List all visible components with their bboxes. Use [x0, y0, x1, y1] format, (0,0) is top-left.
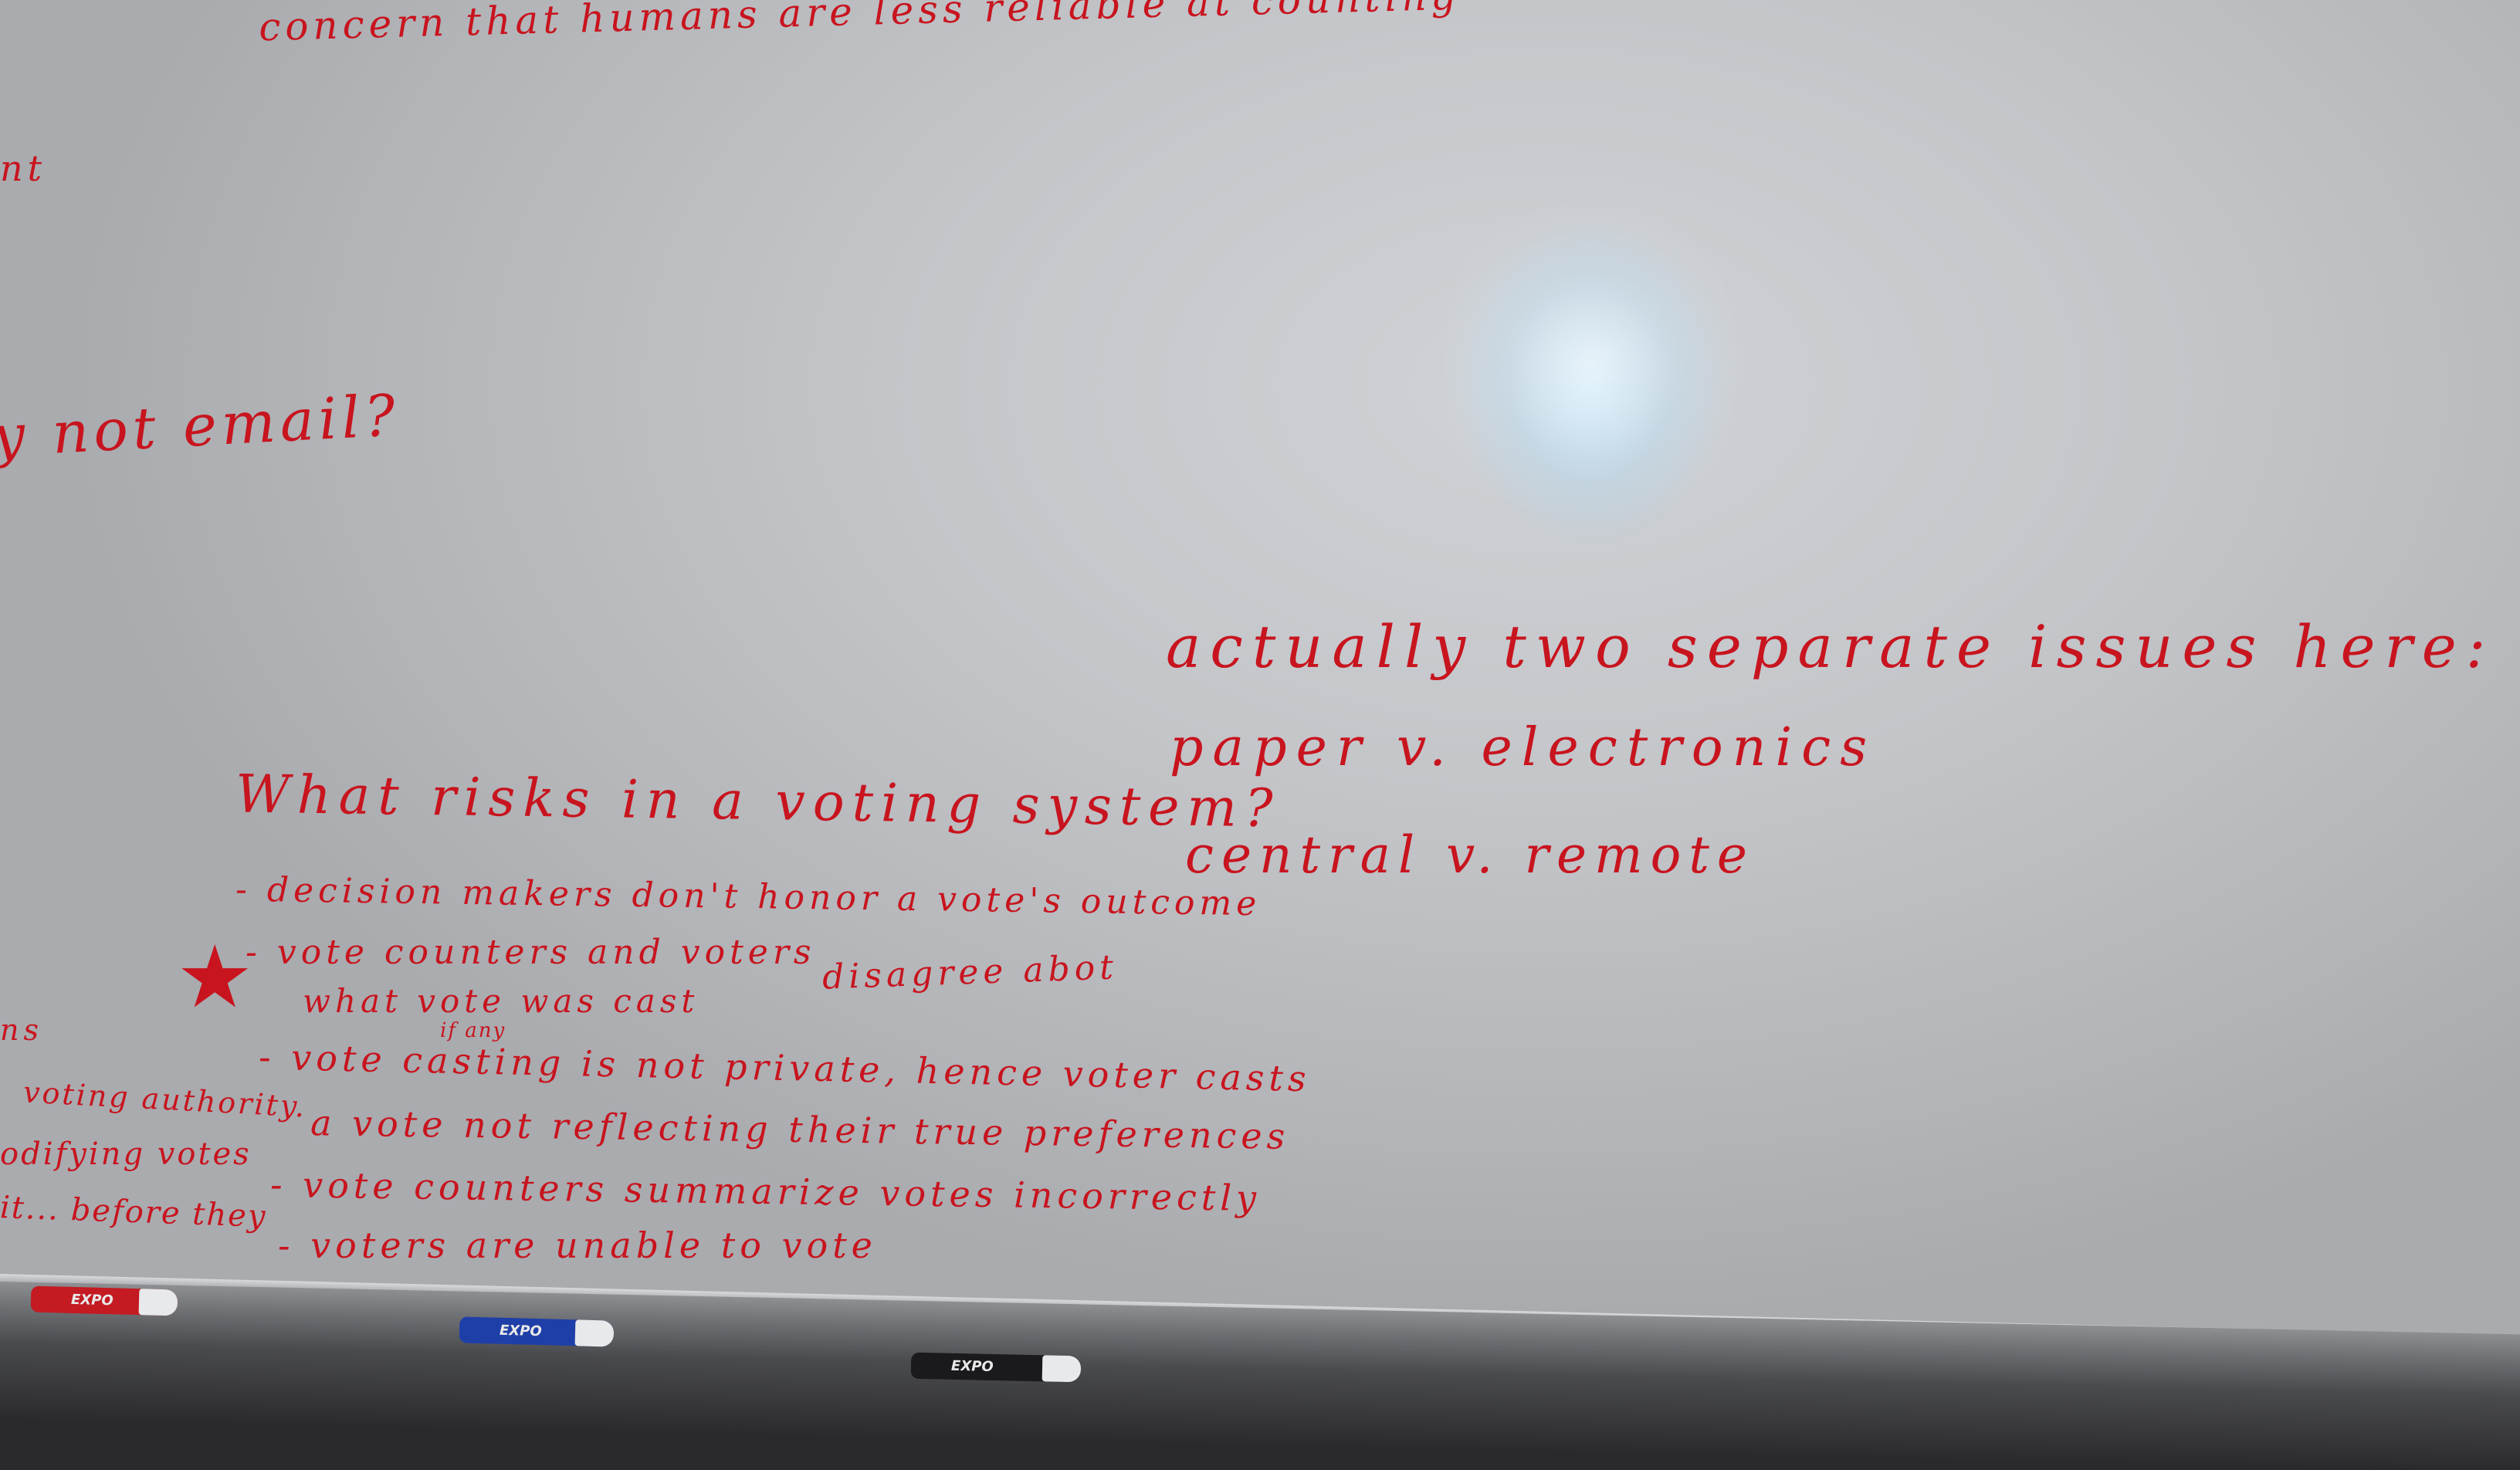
risk-item-3a: - vote casting is not private, hence vot… [258, 1035, 1312, 1100]
risk-item-1: - decision makers don't honor a vote's o… [235, 869, 1262, 924]
red-marker-label: EXPO [70, 1291, 113, 1309]
risk-item-2c: what vote was cast [303, 982, 699, 1020]
top-note: concern that humans are less reliable at… [258, 0, 1462, 50]
left-margin-fragment-1: ns [0, 1013, 43, 1047]
risk-item-5: - voters are unable to vote [278, 1224, 877, 1266]
black-marker[interactable]: EXPO [910, 1352, 1082, 1383]
whiteboard-surface: concern that humans are less reliable at… [0, 0, 2520, 1418]
left-margin-fragment-3: odifying votes [0, 1136, 252, 1172]
blue-marker-cap [574, 1319, 615, 1347]
black-marker-cap [1042, 1355, 1082, 1383]
blue-marker-label: EXPO [499, 1322, 542, 1340]
red-marker-cap [138, 1289, 178, 1316]
left-margin-fragment-2: voting authority. [22, 1075, 308, 1124]
risk-item-2b: disagree abot [821, 947, 1119, 998]
issues-heading: actually two separate issues here: [1166, 612, 2495, 681]
black-marker-label: EXPO [950, 1357, 994, 1375]
issues-line-1: paper v. electronics [1170, 717, 1877, 778]
blue-marker[interactable]: EXPO [459, 1316, 615, 1347]
risk-star: ★ [176, 927, 254, 1028]
risk-item-2-insert: if any [440, 1019, 506, 1042]
risk-item-3b: a vote not reflecting their true prefere… [310, 1102, 1290, 1157]
light-glare [1444, 178, 1737, 548]
risks-heading: What risks in a voting system? [235, 764, 1281, 840]
risk-item-4: - vote counters summarize votes incorrec… [269, 1163, 1262, 1219]
left-fragment-nt: nt [0, 147, 47, 189]
left-question: y not email? [0, 382, 401, 470]
risk-item-2a: - vote counters and voters [246, 933, 816, 972]
red-marker[interactable]: EXPO [30, 1285, 178, 1316]
left-margin-fragment-4: it... before they [0, 1189, 268, 1235]
